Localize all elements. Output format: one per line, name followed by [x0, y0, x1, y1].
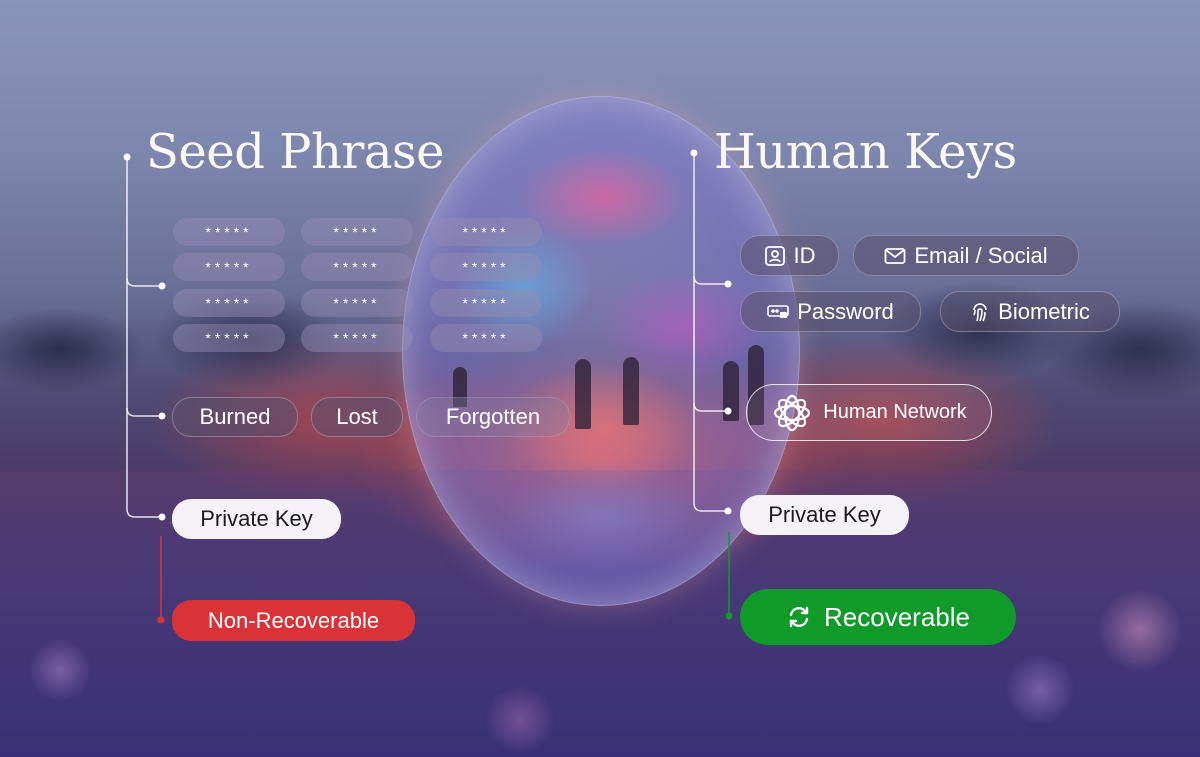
lost-chip: Lost [311, 397, 403, 437]
seed-word-chip: ***** [301, 253, 413, 281]
forgotten-label: Forgotten [445, 404, 541, 429]
id-label: ID [793, 242, 816, 268]
seed-private-key-label: Private Key [200, 506, 313, 531]
recoverable-label: Recoverable [824, 601, 970, 632]
seed-word-chip: ***** [430, 218, 542, 246]
fingerprint-icon [970, 301, 990, 323]
hero-illustration: Seed Phrase ***** ***** ***** ***** ****… [0, 0, 1200, 757]
seed-word-chip: ***** [301, 289, 413, 317]
human-private-key-chip: Private Key [740, 495, 909, 535]
seed-word-chip: ***** [173, 253, 285, 281]
seed-word-chip: ***** [173, 289, 285, 317]
lost-label: Lost [336, 404, 378, 429]
non-recoverable-badge: Non-Recoverable [172, 600, 415, 641]
email-social-chip: Email / Social [853, 235, 1079, 276]
password-icon [767, 303, 790, 321]
seed-word-chip: ***** [430, 324, 542, 352]
human-network-label: Human Network [823, 401, 967, 423]
burned-chip: Burned [172, 397, 298, 437]
id-card-icon [764, 245, 786, 267]
refresh-icon [786, 604, 812, 630]
password-chip: Password [740, 291, 921, 332]
human-keys-title: Human Keys [714, 124, 1017, 180]
human-network-chip: Human Network [746, 384, 992, 441]
non-recoverable-label: Non-Recoverable [207, 607, 380, 633]
connector-lines [123, 149, 733, 624]
biometric-label: Biometric [998, 298, 1090, 324]
recoverable-badge: Recoverable [740, 589, 1016, 645]
id-chip: ID [740, 235, 839, 276]
password-label: Password [797, 298, 894, 324]
burned-label: Burned [199, 404, 271, 429]
seed-word-chip: ***** [301, 218, 413, 246]
email-social-label: Email / Social [914, 242, 1048, 268]
seed-private-key-chip: Private Key [172, 499, 341, 539]
seed-word-chip: ***** [301, 324, 413, 352]
human-private-key-label: Private Key [768, 502, 881, 527]
forgotten-chip: Forgotten [416, 397, 570, 437]
network-knot-icon [771, 392, 813, 434]
seed-word-chip: ***** [173, 324, 285, 352]
biometric-chip: Biometric [940, 291, 1120, 332]
seed-phrase-title: Seed Phrase [146, 124, 445, 180]
seed-word-chip: ***** [173, 218, 285, 246]
mail-icon [884, 247, 906, 265]
seed-word-chip: ***** [430, 253, 542, 281]
seed-word-chip: ***** [430, 289, 542, 317]
